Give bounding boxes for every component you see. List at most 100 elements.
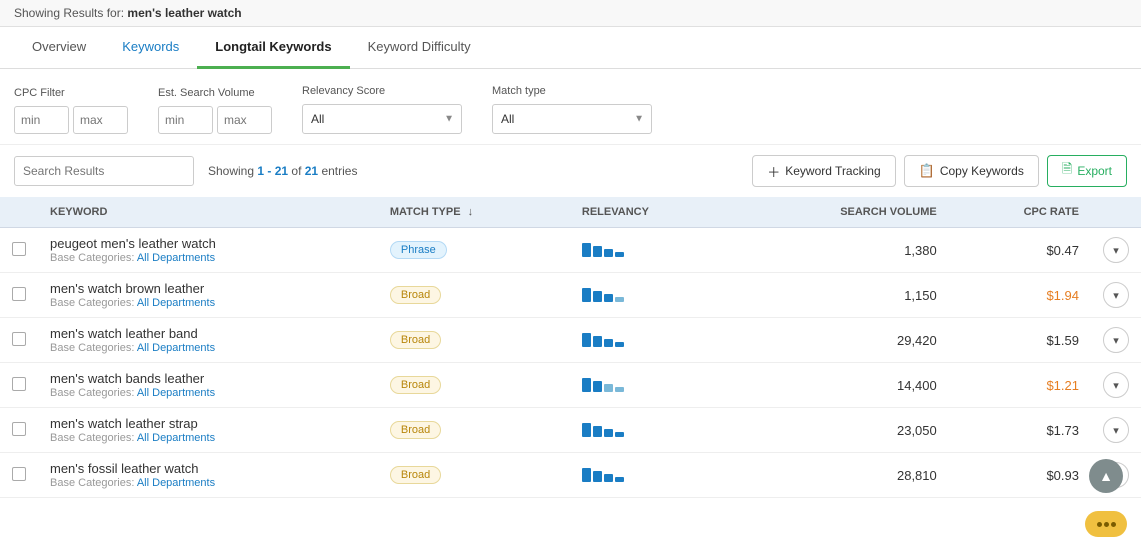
match-type-badge: Broad bbox=[390, 421, 441, 439]
row-search-volume-cell: 1,150 bbox=[733, 273, 949, 318]
keyword-text: men's watch leather strap bbox=[50, 416, 366, 431]
export-label: Export bbox=[1077, 164, 1112, 178]
match-type-badge: Phrase bbox=[390, 241, 447, 259]
row-keyword-cell: men's fossil leather watch Base Categori… bbox=[38, 453, 378, 498]
search-results-input[interactable] bbox=[14, 156, 194, 186]
row-checkbox[interactable] bbox=[12, 287, 26, 301]
copy-keywords-button[interactable]: 📋 Copy Keywords bbox=[904, 155, 1039, 187]
match-type-badge: Broad bbox=[390, 286, 441, 304]
th-cpc-rate: CPC RATE bbox=[949, 197, 1091, 228]
row-match-type-cell: Broad bbox=[378, 408, 570, 453]
row-checkbox[interactable] bbox=[12, 467, 26, 481]
keyword-sub: Base Categories: All Departments bbox=[50, 342, 366, 354]
keyword-text: men's watch leather band bbox=[50, 326, 366, 341]
row-match-type-cell: Phrase bbox=[378, 228, 570, 273]
row-keyword-cell: men's watch bands leather Base Categorie… bbox=[38, 363, 378, 408]
showing-label: Showing Results for: bbox=[14, 6, 124, 20]
keyword-sub: Base Categories: All Departments bbox=[50, 477, 366, 489]
sub-label: Base Categories: bbox=[50, 432, 134, 444]
top-bar: Showing Results for: men's leather watch bbox=[0, 0, 1141, 27]
cpc-min-input[interactable] bbox=[14, 106, 69, 134]
match-type-badge: Broad bbox=[390, 331, 441, 349]
row-match-type-cell: Broad bbox=[378, 273, 570, 318]
help-button[interactable] bbox=[1085, 511, 1127, 537]
export-button[interactable]: 🗎 Export bbox=[1047, 155, 1127, 187]
keyword-sub: Base Categories: All Departments bbox=[50, 297, 366, 309]
scroll-top-button[interactable]: ▲ bbox=[1089, 459, 1123, 493]
search-volume-label: Est. Search Volume bbox=[158, 87, 272, 99]
row-cpc-rate-cell: $0.93 bbox=[949, 453, 1091, 498]
row-checkbox-cell bbox=[0, 408, 38, 453]
row-expand-button[interactable]: ▾ bbox=[1103, 372, 1129, 398]
row-relevancy-cell bbox=[570, 453, 733, 498]
tab-keywords[interactable]: Keywords bbox=[104, 27, 197, 69]
keyword-tracking-icon: ＋ bbox=[767, 162, 780, 181]
row-action-cell: ▾ bbox=[1091, 363, 1141, 408]
th-relevancy: RELEVANCY bbox=[570, 197, 733, 228]
keyword-text: men's watch brown leather bbox=[50, 281, 366, 296]
action-row: Showing 1 - 21 of 21 entries ＋ Keyword T… bbox=[0, 145, 1141, 197]
th-match-type[interactable]: MATCH TYPE ↓ bbox=[378, 197, 570, 228]
help-dot-2 bbox=[1104, 522, 1109, 527]
row-match-type-cell: Broad bbox=[378, 363, 570, 408]
table-header-row: KEYWORD MATCH TYPE ↓ RELEVANCY SEARCH VO… bbox=[0, 197, 1141, 228]
row-relevancy-cell bbox=[570, 363, 733, 408]
table-wrap: KEYWORD MATCH TYPE ↓ RELEVANCY SEARCH VO… bbox=[0, 197, 1141, 498]
cpc-value: $1.21 bbox=[1046, 378, 1079, 393]
match-type-select[interactable]: AllPhraseBroadExact bbox=[492, 104, 652, 134]
left-action: Showing 1 - 21 of 21 entries bbox=[14, 156, 357, 186]
row-keyword-cell: men's watch leather strap Base Categorie… bbox=[38, 408, 378, 453]
row-keyword-cell: men's watch brown leather Base Categorie… bbox=[38, 273, 378, 318]
copy-keywords-label: Copy Keywords bbox=[940, 164, 1024, 178]
relevancy-select[interactable]: AllHighMediumLow bbox=[302, 104, 462, 134]
table-row: men's watch leather band Base Categories… bbox=[0, 318, 1141, 363]
row-checkbox[interactable] bbox=[12, 377, 26, 391]
sv-min-input[interactable] bbox=[158, 106, 213, 134]
sub-label: Base Categories: bbox=[50, 387, 134, 399]
match-type-select-wrap: AllPhraseBroadExact ▼ bbox=[492, 104, 652, 134]
row-relevancy-cell bbox=[570, 273, 733, 318]
row-checkbox[interactable] bbox=[12, 332, 26, 346]
filters-section: CPC Filter Est. Search Volume Relevancy … bbox=[0, 69, 1141, 145]
row-expand-button[interactable]: ▾ bbox=[1103, 237, 1129, 263]
row-relevancy-cell bbox=[570, 408, 733, 453]
cpc-value: $1.59 bbox=[1046, 333, 1079, 348]
table-row: men's watch bands leather Base Categorie… bbox=[0, 363, 1141, 408]
match-type-badge: Broad bbox=[390, 466, 441, 484]
tab-overview[interactable]: Overview bbox=[14, 27, 104, 69]
copy-icon: 📋 bbox=[919, 163, 935, 179]
cpc-max-input[interactable] bbox=[73, 106, 128, 134]
row-checkbox[interactable] bbox=[12, 242, 26, 256]
keyword-tracking-label: Keyword Tracking bbox=[785, 164, 880, 178]
row-checkbox[interactable] bbox=[12, 422, 26, 436]
cpc-filter-group: CPC Filter bbox=[14, 87, 128, 134]
keyword-tracking-button[interactable]: ＋ Keyword Tracking bbox=[752, 155, 895, 187]
export-icon: 🗎 bbox=[1062, 160, 1072, 182]
keyword-text: men's watch bands leather bbox=[50, 371, 366, 386]
row-keyword-cell: peugeot men's leather watch Base Categor… bbox=[38, 228, 378, 273]
table-row: peugeot men's leather watch Base Categor… bbox=[0, 228, 1141, 273]
sub-label: Base Categories: bbox=[50, 477, 134, 489]
row-action-cell: ▾ bbox=[1091, 273, 1141, 318]
search-volume-filter-group: Est. Search Volume bbox=[158, 87, 272, 134]
sort-arrow-icon: ↓ bbox=[468, 206, 474, 218]
row-expand-button[interactable]: ▾ bbox=[1103, 327, 1129, 353]
cpc-value: $0.93 bbox=[1046, 468, 1079, 483]
row-cpc-rate-cell: $1.21 bbox=[949, 363, 1091, 408]
tab-difficulty[interactable]: Keyword Difficulty bbox=[350, 27, 489, 69]
keywords-table: KEYWORD MATCH TYPE ↓ RELEVANCY SEARCH VO… bbox=[0, 197, 1141, 498]
row-expand-button[interactable]: ▾ bbox=[1103, 417, 1129, 443]
search-query: men's leather watch bbox=[127, 6, 241, 20]
th-keyword: KEYWORD bbox=[38, 197, 378, 228]
table-row: men's fossil leather watch Base Categori… bbox=[0, 453, 1141, 498]
nav-tabs: Overview Keywords Longtail Keywords Keyw… bbox=[0, 27, 1141, 69]
cpc-filter-inputs bbox=[14, 106, 128, 134]
row-expand-button[interactable]: ▾ bbox=[1103, 282, 1129, 308]
search-volume-inputs bbox=[158, 106, 272, 134]
tab-longtail[interactable]: Longtail Keywords bbox=[197, 27, 349, 69]
sv-max-input[interactable] bbox=[217, 106, 272, 134]
row-checkbox-cell bbox=[0, 273, 38, 318]
th-search-volume: SEARCH VOLUME bbox=[733, 197, 949, 228]
row-action-cell: ▾ bbox=[1091, 408, 1141, 453]
sub-label: Base Categories: bbox=[50, 297, 134, 309]
